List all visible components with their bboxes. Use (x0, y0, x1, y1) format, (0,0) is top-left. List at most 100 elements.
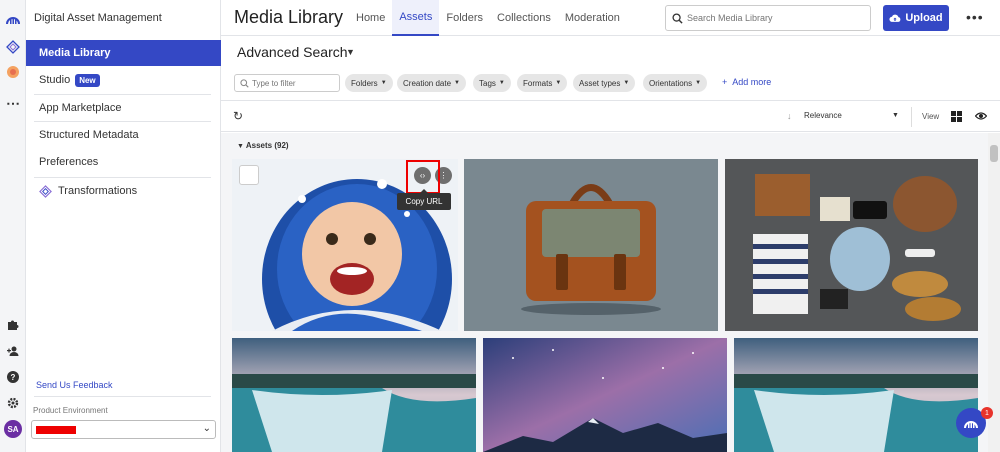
advanced-search-toggle[interactable]: Advanced Search (237, 44, 348, 60)
svg-text:?: ? (11, 373, 16, 382)
sidebar-item-label: Structured Metadata (39, 129, 139, 141)
copy-url-tooltip: Copy URL (397, 189, 451, 210)
add-more-filters-link[interactable]: + Add more (722, 77, 771, 87)
sidebar-item-preferences[interactable]: Preferences (26, 149, 221, 175)
asset-thumbnail-mountain-night-sky (483, 338, 727, 452)
assets-count-heading[interactable]: ▼ Assets (92) (237, 141, 289, 150)
grid-view-icon[interactable] (951, 111, 962, 122)
send-feedback-link[interactable]: Send Us Feedback (36, 380, 113, 390)
filter-chip-label: Creation date (403, 78, 452, 88)
sidebar-item-transformations[interactable]: Transformations (26, 178, 221, 204)
toolbar-divider (911, 107, 912, 127)
tab-folders[interactable]: Folders (439, 0, 490, 36)
page-title: Media Library (234, 7, 344, 27)
more-options-icon[interactable]: ••• (966, 9, 984, 25)
filter-chip-label: Tags (479, 78, 496, 88)
eye-icon[interactable] (975, 111, 987, 121)
asset-thumbnail-leather-bag (464, 159, 718, 331)
assets-heading-label: Assets (92) (245, 141, 289, 150)
tab-collections[interactable]: Collections (490, 0, 558, 36)
add-more-label: Add more (732, 77, 772, 87)
media-library-icon[interactable] (4, 63, 22, 81)
filter-chip-formats[interactable]: Formats ▼ (517, 74, 568, 92)
asset-thumbnail-travel-flatlay (725, 159, 978, 331)
filter-chip-orientations[interactable]: Orientations ▼ (643, 74, 708, 92)
caret-down-icon: ▼ (498, 80, 505, 86)
caret-down-icon[interactable]: ▼ (892, 112, 899, 119)
tab-moderation[interactable]: Moderation (558, 0, 627, 36)
sidebar: Digital Asset Management Media Library S… (26, 0, 221, 452)
asset-thumbnail-waterfall (734, 338, 978, 452)
app-root: ⋯ ? SA Digital Asset Management Media Li… (0, 0, 1000, 452)
search-icon (672, 12, 683, 24)
sidebar-item-structured-metadata[interactable]: Structured Metadata (26, 122, 221, 148)
results-toolbar: ↻ ↓ Relevance ▼ View (221, 100, 1000, 132)
upload-label: Upload (905, 12, 943, 24)
scrollbar-thumb[interactable] (990, 145, 998, 162)
upload-button[interactable]: Upload (883, 5, 949, 31)
caret-down-icon: ▼ (454, 80, 460, 86)
filter-box[interactable] (234, 74, 340, 92)
sidebar-item-label: Preferences (39, 156, 99, 168)
sidebar-divider (34, 396, 211, 397)
asset-tile[interactable] (725, 159, 978, 331)
asset-tile[interactable] (734, 338, 978, 452)
sidebar-item-app-marketplace[interactable]: App Marketplace (26, 95, 221, 121)
asset-tile[interactable] (232, 338, 476, 452)
filter-input[interactable] (252, 78, 337, 88)
sidebar-item-label: App Marketplace (39, 102, 122, 114)
cloud-logo-icon[interactable] (4, 10, 22, 28)
app-title: Digital Asset Management (34, 12, 162, 24)
filter-chip-label: Orientations (649, 78, 693, 88)
content-scrollbar[interactable] (988, 133, 1000, 452)
refresh-icon[interactable]: ↻ (233, 109, 243, 123)
filter-chip-tags[interactable]: Tags ▼ (473, 74, 511, 92)
top-header: Media Library Home Assets Folders Collec… (221, 0, 1000, 36)
cloud-logo-icon (964, 421, 978, 429)
caret-down-icon: ▼ (623, 80, 630, 86)
view-label: View (922, 112, 940, 121)
tab-assets[interactable]: Assets (392, 0, 440, 36)
filter-chip-label: Asset types (579, 78, 621, 88)
product-environment-label: Product Environment (33, 406, 108, 415)
filter-chip-asset-types[interactable]: Asset types ▼ (573, 74, 636, 92)
caret-down-icon[interactable]: ▼ (346, 47, 355, 57)
sidebar-item-label: Studio (39, 74, 71, 86)
plus-icon: + (722, 77, 733, 87)
asset-select-checkbox[interactable] (239, 165, 259, 185)
transform-diamond-icon[interactable] (4, 38, 22, 56)
filter-chip-folders[interactable]: Folders ▼ (345, 74, 393, 92)
sidebar-item-label: Transformations (58, 185, 138, 197)
search-input[interactable] (687, 13, 857, 23)
sidebar-item-studio[interactable]: Studio New (26, 67, 221, 93)
search-box[interactable] (665, 5, 871, 31)
sidebar-item-media-library[interactable]: Media Library (26, 40, 221, 66)
chevron-down-icon: ⌄ (202, 423, 211, 434)
puzzle-icon[interactable] (4, 316, 22, 334)
filter-chip-creation-date[interactable]: Creation date ▼ (397, 74, 466, 92)
tab-home[interactable]: Home (349, 0, 392, 36)
caret-down-icon: ▼ (695, 80, 702, 86)
search-icon (240, 78, 249, 88)
environment-name-redacted (36, 426, 76, 434)
help-icon[interactable]: ? (4, 368, 22, 386)
caret-down-icon: ▼ (555, 80, 562, 86)
filter-chip-label: Folders (351, 78, 378, 88)
more-apps-icon[interactable]: ⋯ (4, 94, 22, 112)
sort-direction-icon[interactable]: ↓ (787, 111, 792, 121)
left-rail: ⋯ ? SA (0, 0, 26, 452)
add-user-icon[interactable] (4, 342, 22, 360)
notification-count-badge: 1 (981, 407, 993, 419)
settings-gear-icon[interactable] (4, 394, 22, 412)
sort-select[interactable]: Relevance (804, 111, 904, 120)
caret-down-icon: ▼ (237, 143, 246, 150)
asset-tile[interactable] (464, 159, 718, 331)
user-avatar[interactable]: SA (4, 420, 22, 438)
new-badge: New (75, 73, 100, 87)
transform-diamond-icon (39, 184, 52, 198)
product-environment-select[interactable]: ⌄ (31, 420, 216, 439)
cloud-upload-icon (889, 14, 901, 22)
asset-tile[interactable] (483, 338, 727, 452)
filter-chip-label: Formats (523, 78, 553, 88)
sidebar-item-label: Media Library (39, 47, 111, 59)
